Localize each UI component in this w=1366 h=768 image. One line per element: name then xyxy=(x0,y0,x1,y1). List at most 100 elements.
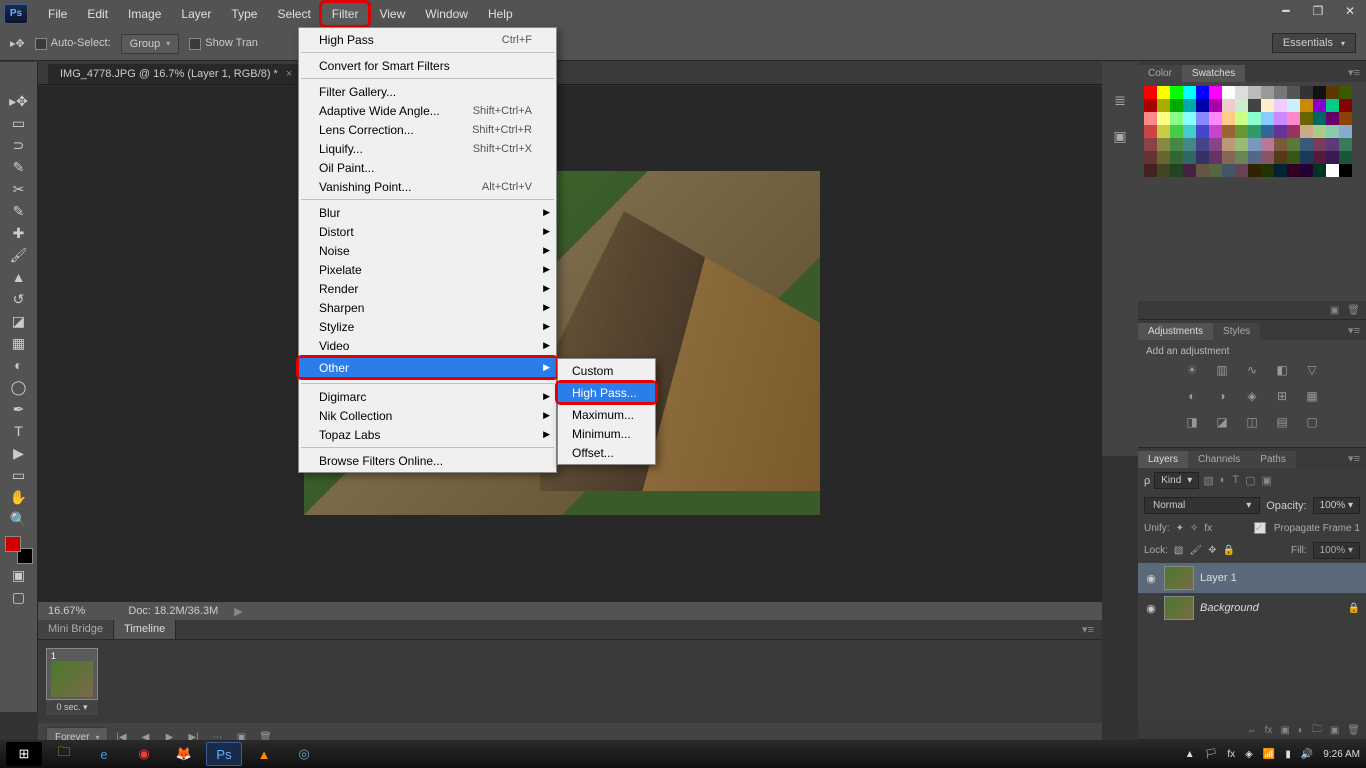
swatch[interactable] xyxy=(1248,125,1261,138)
swatch[interactable] xyxy=(1326,112,1339,125)
lock-pixel-icon[interactable]: 🖌 xyxy=(1189,545,1202,556)
stamp-tool[interactable]: ▲ xyxy=(6,266,32,288)
filter-render[interactable]: Render▶ xyxy=(299,279,556,298)
swatch[interactable] xyxy=(1300,86,1313,99)
swatch[interactable] xyxy=(1157,99,1170,112)
swatch[interactable] xyxy=(1157,112,1170,125)
swatch[interactable] xyxy=(1261,99,1274,112)
swatch[interactable] xyxy=(1326,86,1339,99)
filter-lens[interactable]: Lens Correction...Shift+Ctrl+R xyxy=(299,120,556,139)
marquee-tool[interactable]: ▭ xyxy=(6,112,32,134)
swatch[interactable] xyxy=(1144,125,1157,138)
swatch[interactable] xyxy=(1313,151,1326,164)
pen-tool[interactable]: ✒ xyxy=(6,398,32,420)
swatch[interactable] xyxy=(1235,125,1248,138)
swatch[interactable] xyxy=(1196,112,1209,125)
filter-smart-icon[interactable]: ▣ xyxy=(1262,474,1272,487)
swatch[interactable] xyxy=(1313,125,1326,138)
visibility-icon[interactable]: ◉ xyxy=(1144,572,1158,585)
timeline-frame[interactable]: 1 xyxy=(46,648,98,700)
swatch[interactable] xyxy=(1144,138,1157,151)
swatch[interactable] xyxy=(1261,164,1274,177)
layer-item[interactable]: ◉ Background 🔒 xyxy=(1138,593,1366,623)
other-offset[interactable]: Offset... xyxy=(558,443,655,462)
swatch[interactable] xyxy=(1274,112,1287,125)
photo-filter-icon[interactable]: ◈ xyxy=(1242,387,1262,405)
swatch[interactable] xyxy=(1170,125,1183,138)
swatch[interactable] xyxy=(1261,86,1274,99)
zoom-level[interactable]: 16.67% xyxy=(48,605,85,617)
swatch[interactable] xyxy=(1144,99,1157,112)
filter-vanish[interactable]: Vanishing Point...Alt+Ctrl+V xyxy=(299,177,556,196)
ie-button[interactable]: e xyxy=(86,742,122,766)
quick-select-tool[interactable]: ✎ xyxy=(6,156,32,178)
swatch[interactable] xyxy=(1183,164,1196,177)
path-select-tool[interactable]: ▶ xyxy=(6,442,32,464)
tray-volume-icon[interactable]: 🔊 xyxy=(1301,749,1313,760)
lock-trans-icon[interactable]: ▧ xyxy=(1174,545,1183,556)
swatch[interactable] xyxy=(1300,151,1313,164)
swatch[interactable] xyxy=(1157,151,1170,164)
layer-name[interactable]: Layer 1 xyxy=(1200,572,1237,584)
layer-filter-kind[interactable]: Kind▾ xyxy=(1154,472,1199,489)
tab-swatches[interactable]: Swatches xyxy=(1182,65,1245,82)
visibility-icon[interactable]: ◉ xyxy=(1144,602,1158,615)
unify-style-icon[interactable]: fx xyxy=(1204,523,1212,534)
swatch[interactable] xyxy=(1248,99,1261,112)
swatch[interactable] xyxy=(1183,138,1196,151)
swatch[interactable] xyxy=(1261,138,1274,151)
filter-adaptive[interactable]: Adaptive Wide Angle...Shift+Ctrl+A xyxy=(299,101,556,120)
brightness-icon[interactable]: ☀ xyxy=(1182,361,1202,379)
adj-panel-menu-icon[interactable]: ▾≡ xyxy=(1342,321,1366,340)
swatch[interactable] xyxy=(1261,125,1274,138)
gradient-tool[interactable]: ▦ xyxy=(6,332,32,354)
start-button[interactable]: ⊞ xyxy=(6,742,42,766)
explorer-button[interactable]: 🗀 xyxy=(46,742,82,766)
swatch[interactable] xyxy=(1235,151,1248,164)
eraser-tool[interactable]: ◪ xyxy=(6,310,32,332)
blend-mode-select[interactable]: Normal▾ xyxy=(1144,497,1260,514)
swatch[interactable] xyxy=(1157,125,1170,138)
menu-help[interactable]: Help xyxy=(478,3,523,25)
swatch[interactable] xyxy=(1196,99,1209,112)
filter-other[interactable]: Other▶ xyxy=(299,358,556,377)
swatch[interactable] xyxy=(1170,138,1183,151)
new-swatch-icon[interactable]: ▣ xyxy=(1330,305,1339,316)
close-tab-icon[interactable]: × xyxy=(286,68,292,80)
swatch[interactable] xyxy=(1183,112,1196,125)
swatch[interactable] xyxy=(1248,151,1261,164)
photoshop-task-button[interactable]: Ps xyxy=(206,742,242,766)
swatch[interactable] xyxy=(1300,125,1313,138)
filter-video[interactable]: Video▶ xyxy=(299,336,556,355)
menu-filter[interactable]: Filter xyxy=(319,0,372,28)
tray-action-icon[interactable]: 🏳 xyxy=(1205,749,1218,760)
channel-mixer-icon[interactable]: ⊞ xyxy=(1272,387,1292,405)
swatch[interactable] xyxy=(1287,125,1300,138)
unify-vis-icon[interactable]: ✧ xyxy=(1190,523,1198,534)
swatch[interactable] xyxy=(1209,151,1222,164)
move-tool[interactable]: ▸✥ xyxy=(6,90,32,112)
invert-icon[interactable]: ◨ xyxy=(1182,413,1202,431)
filter-nik[interactable]: Nik Collection▶ xyxy=(299,406,556,425)
swatch[interactable] xyxy=(1313,112,1326,125)
layer-mask-icon[interactable]: ▣ xyxy=(1280,725,1289,736)
swatch[interactable] xyxy=(1274,164,1287,177)
swatch[interactable] xyxy=(1326,151,1339,164)
menu-type[interactable]: Type xyxy=(221,3,267,25)
layer-thumbnail[interactable] xyxy=(1164,596,1194,620)
swatch[interactable] xyxy=(1144,151,1157,164)
swatch[interactable] xyxy=(1183,151,1196,164)
filter-digimarc[interactable]: Digimarc▶ xyxy=(299,387,556,406)
link-layers-icon[interactable]: ⇔ xyxy=(1247,725,1257,736)
filter-shape-icon[interactable]: ▢ xyxy=(1245,474,1255,487)
filter-pixelate[interactable]: Pixelate▶ xyxy=(299,260,556,279)
swatch[interactable] xyxy=(1222,99,1235,112)
eyedropper-tool[interactable]: ✎ xyxy=(6,200,32,222)
swatch[interactable] xyxy=(1183,99,1196,112)
brush-tool[interactable]: 🖌 xyxy=(6,244,32,266)
swatch[interactable] xyxy=(1222,86,1235,99)
menu-select[interactable]: Select xyxy=(267,3,320,25)
swatch[interactable] xyxy=(1235,99,1248,112)
swatch[interactable] xyxy=(1313,164,1326,177)
threshold-icon[interactable]: ◫ xyxy=(1242,413,1262,431)
